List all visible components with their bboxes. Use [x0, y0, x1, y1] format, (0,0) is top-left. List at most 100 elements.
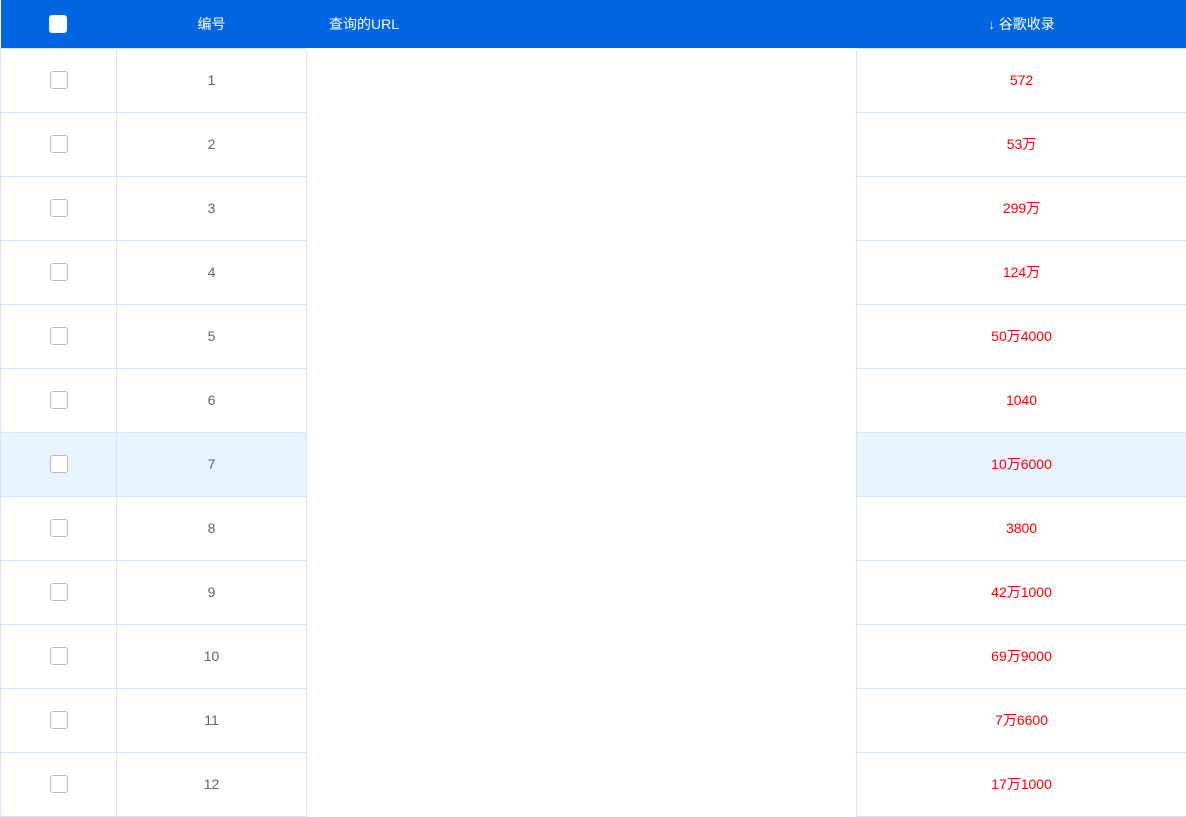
cell-number: 3: [117, 176, 307, 240]
header-index[interactable]: ↓ 谷歌收录: [857, 0, 1186, 48]
results-table-wrap: 编号 查询的URL ↓ 谷歌收录 1 572 2 53万 3 299万 4 124万 5 50万40…: [0, 0, 1186, 817]
table-row: 710万6000: [1, 432, 1186, 496]
table-row: 10 69万9000: [1, 624, 1186, 688]
cell-url: [307, 496, 667, 560]
table-row: 5 50万4000: [1, 304, 1186, 368]
cell-gap: [667, 304, 857, 368]
cell-gap: [667, 560, 857, 624]
index-value: 7万6600: [995, 712, 1048, 728]
cell-checkbox[interactable]: [1, 560, 117, 624]
cell-number: 11: [117, 688, 307, 752]
table-row: 4 124万: [1, 240, 1186, 304]
cell-index: 42万1000: [857, 560, 1186, 624]
cell-checkbox[interactable]: [1, 368, 117, 432]
cell-url: [307, 112, 667, 176]
index-value: 42万1000: [991, 584, 1052, 600]
cell-checkbox[interactable]: [1, 432, 117, 496]
cell-url: [307, 752, 667, 816]
select-all-checkbox[interactable]: [49, 15, 67, 33]
cell-number: 4: [117, 240, 307, 304]
cell-number: 12: [117, 752, 307, 816]
row-checkbox[interactable]: [50, 135, 68, 153]
cell-index: 7万6600: [857, 688, 1186, 752]
cell-url: [307, 432, 667, 496]
cell-checkbox[interactable]: [1, 112, 117, 176]
row-checkbox[interactable]: [50, 391, 68, 409]
table-header-row: 编号 查询的URL ↓ 谷歌收录: [1, 0, 1186, 48]
cell-index: 50万4000: [857, 304, 1186, 368]
row-checkbox[interactable]: [50, 327, 68, 345]
cell-number: 2: [117, 112, 307, 176]
header-number-label: 编号: [198, 16, 226, 32]
cell-checkbox[interactable]: [1, 176, 117, 240]
header-select-all[interactable]: [1, 0, 117, 48]
cell-url: [307, 176, 667, 240]
row-checkbox[interactable]: [50, 199, 68, 217]
index-value: 53万: [1007, 136, 1037, 152]
cell-gap: [667, 496, 857, 560]
row-checkbox[interactable]: [50, 647, 68, 665]
cell-checkbox[interactable]: [1, 624, 117, 688]
cell-gap: [667, 624, 857, 688]
cell-number: 10: [117, 624, 307, 688]
row-checkbox[interactable]: [50, 519, 68, 537]
table-row: 9 42万1000: [1, 560, 1186, 624]
row-checkbox[interactable]: [50, 455, 68, 473]
cell-checkbox[interactable]: [1, 48, 117, 112]
row-checkbox[interactable]: [50, 71, 68, 89]
row-checkbox[interactable]: [50, 263, 68, 281]
cell-checkbox[interactable]: [1, 240, 117, 304]
cell-gap: [667, 432, 857, 496]
results-table: 编号 查询的URL ↓ 谷歌收录 1 572 2 53万 3 299万 4 124万 5 50万40…: [0, 0, 1186, 817]
cell-index: 299万: [857, 176, 1186, 240]
cell-index: 3800: [857, 496, 1186, 560]
row-checkbox[interactable]: [50, 775, 68, 793]
header-index-label: 谷歌收录: [999, 16, 1055, 32]
cell-index: 124万: [857, 240, 1186, 304]
cell-url: [307, 48, 667, 112]
cell-gap: [667, 176, 857, 240]
cell-gap: [667, 240, 857, 304]
table-row: 12 17万1000: [1, 752, 1186, 816]
cell-number: 5: [117, 304, 307, 368]
cell-gap: [667, 752, 857, 816]
row-checkbox[interactable]: [50, 711, 68, 729]
cell-index: 572: [857, 48, 1186, 112]
cell-index: 17万1000: [857, 752, 1186, 816]
cell-url: [307, 368, 667, 432]
sort-desc-icon: ↓: [988, 17, 995, 32]
cell-number: 1: [117, 48, 307, 112]
cell-url: [307, 304, 667, 368]
cell-gap: [667, 112, 857, 176]
cell-index: 1040: [857, 368, 1186, 432]
cell-checkbox[interactable]: [1, 688, 117, 752]
row-checkbox[interactable]: [50, 583, 68, 601]
index-value: 10万6000: [991, 456, 1052, 472]
cell-checkbox[interactable]: [1, 304, 117, 368]
header-url[interactable]: 查询的URL: [307, 0, 857, 48]
index-value: 124万: [1003, 264, 1040, 280]
table-row: 61040: [1, 368, 1186, 432]
cell-url: [307, 240, 667, 304]
cell-url: [307, 688, 667, 752]
index-value: 69万9000: [991, 648, 1052, 664]
cell-checkbox[interactable]: [1, 496, 117, 560]
cell-number: 9: [117, 560, 307, 624]
cell-number: 8: [117, 496, 307, 560]
index-value: 50万4000: [991, 328, 1052, 344]
header-url-label: 查询的URL: [329, 16, 399, 32]
table-row: 8 3800: [1, 496, 1186, 560]
cell-index: 53万: [857, 112, 1186, 176]
table-row: 3 299万: [1, 176, 1186, 240]
index-value: 572: [1010, 72, 1033, 88]
cell-index: 69万9000: [857, 624, 1186, 688]
cell-gap: [667, 48, 857, 112]
cell-gap: [667, 688, 857, 752]
cell-checkbox[interactable]: [1, 752, 117, 816]
table-row: 11 7万6600: [1, 688, 1186, 752]
cell-index: 10万6000: [857, 432, 1186, 496]
header-number[interactable]: 编号: [117, 0, 307, 48]
table-row: 2 53万: [1, 112, 1186, 176]
index-value: 299万: [1003, 200, 1040, 216]
index-value: 17万1000: [991, 776, 1052, 792]
